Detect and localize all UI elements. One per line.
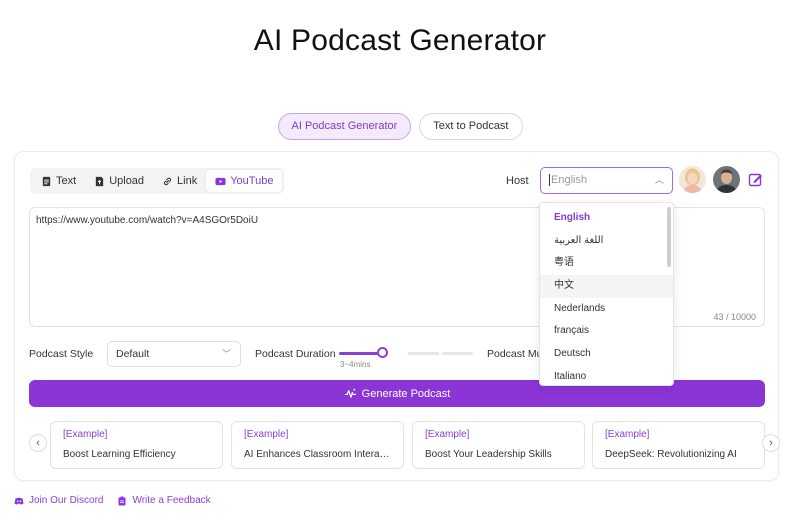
duration-value: 3~4mins — [340, 360, 371, 369]
language-option-french[interactable]: français — [540, 320, 673, 343]
upload-icon — [96, 176, 104, 186]
podcast-duration-label: Podcast Duration — [255, 348, 336, 360]
footer-links: Join Our Discord Write a Feedback — [14, 495, 211, 506]
edit-icon[interactable] — [748, 172, 763, 187]
example-title: AI Enhances Classroom Interaction — [244, 449, 391, 460]
url-value: https://www.youtube.com/watch?v=A4SGOr5D… — [36, 215, 259, 226]
youtube-icon — [215, 177, 226, 185]
generate-button-label: Generate Podcast — [361, 387, 451, 400]
language-option-italian[interactable]: Italiano — [540, 366, 673, 385]
duration-slider-track[interactable] — [408, 352, 439, 355]
example-tag: [Example] — [425, 429, 470, 440]
link-icon — [164, 177, 172, 185]
chevron-up-icon: ︿ — [654, 175, 664, 185]
document-icon — [42, 176, 51, 186]
source-tab-upload[interactable]: Upload — [85, 170, 153, 192]
example-tag: [Example] — [605, 429, 650, 440]
page-title: AI Podcast Generator — [253, 24, 547, 57]
example-card[interactable]: [Example] DeepSeek: Revolutionizing AI — [592, 421, 765, 469]
duration-slider-thumb[interactable] — [377, 347, 388, 358]
host-language-select[interactable]: English ︿ — [540, 167, 673, 194]
example-card[interactable]: [Example] Boost Learning Efficiency — [50, 421, 223, 469]
language-option-english[interactable]: English — [540, 207, 673, 230]
source-tab-youtube[interactable]: YouTube — [206, 170, 283, 192]
example-card[interactable]: [Example] Boost Your Leadership Skills — [412, 421, 585, 469]
language-option-chinese[interactable]: 中文 — [540, 275, 673, 298]
language-option-cantonese[interactable]: 粤语 — [540, 252, 673, 275]
discord-link[interactable]: Join Our Discord — [14, 495, 103, 506]
language-option-arabic[interactable]: اللغة العربية — [540, 230, 673, 253]
discord-link-label: Join Our Discord — [29, 495, 104, 506]
example-title: Boost Your Leadership Skills — [425, 449, 552, 460]
tab-text-to-podcast[interactable]: Text to Podcast — [419, 113, 523, 140]
dropdown-scrollbar[interactable] — [667, 207, 671, 267]
source-tab-text[interactable]: Text — [32, 170, 85, 192]
host-select-placeholder: English — [551, 174, 588, 186]
feedback-link-label: Write a Feedback — [132, 495, 211, 506]
source-tab-link[interactable]: Link — [153, 170, 206, 192]
host-avatar-female[interactable] — [679, 166, 706, 193]
feedback-link[interactable]: Write a Feedback — [117, 495, 211, 506]
carousel-next-button[interactable]: › — [762, 434, 780, 452]
discord-icon — [14, 497, 24, 505]
source-tab-label: Link — [177, 175, 198, 187]
chevron-down-icon: ﹀ — [221, 349, 231, 359]
char-count: 43 / 10000 — [713, 312, 756, 322]
tab-ai-podcast-generator[interactable]: AI Podcast Generator — [277, 113, 412, 140]
carousel-prev-button[interactable]: ‹ — [29, 434, 47, 452]
text-cursor — [549, 174, 550, 187]
example-tag: [Example] — [63, 429, 108, 440]
source-tab-label: YouTube — [230, 175, 274, 187]
host-label: Host — [506, 175, 529, 187]
feedback-icon — [118, 496, 126, 505]
duration-slider-track[interactable] — [442, 352, 473, 355]
host-avatar-male[interactable] — [713, 166, 740, 193]
waveform-icon — [344, 388, 356, 398]
podcast-style-select[interactable]: Default ﹀ — [107, 341, 241, 367]
language-option-dutch[interactable]: Nederlands — [540, 298, 673, 321]
source-tabs: Text Upload Link YouTube — [30, 168, 285, 194]
example-title: Boost Learning Efficiency — [63, 449, 176, 460]
source-tab-label: Text — [56, 175, 77, 187]
host-language-dropdown: English اللغة العربية 粤语 中文 Nederlands f… — [539, 202, 674, 386]
example-title: DeepSeek: Revolutionizing AI — [605, 449, 737, 460]
example-tag: [Example] — [244, 429, 289, 440]
source-tab-label: Upload — [109, 175, 145, 187]
examples-carousel: ‹ [Example] Boost Learning Efficiency [E… — [29, 421, 780, 469]
podcast-style-value: Default — [116, 348, 150, 360]
mode-tabs: AI Podcast Generator Text to Podcast — [0, 113, 800, 140]
example-card[interactable]: [Example] AI Enhances Classroom Interact… — [231, 421, 404, 469]
language-option-german[interactable]: Deutsch — [540, 343, 673, 366]
chevron-right-icon: › — [769, 437, 773, 449]
podcast-style-label: Podcast Style — [29, 348, 94, 360]
chevron-left-icon: ‹ — [36, 437, 40, 449]
